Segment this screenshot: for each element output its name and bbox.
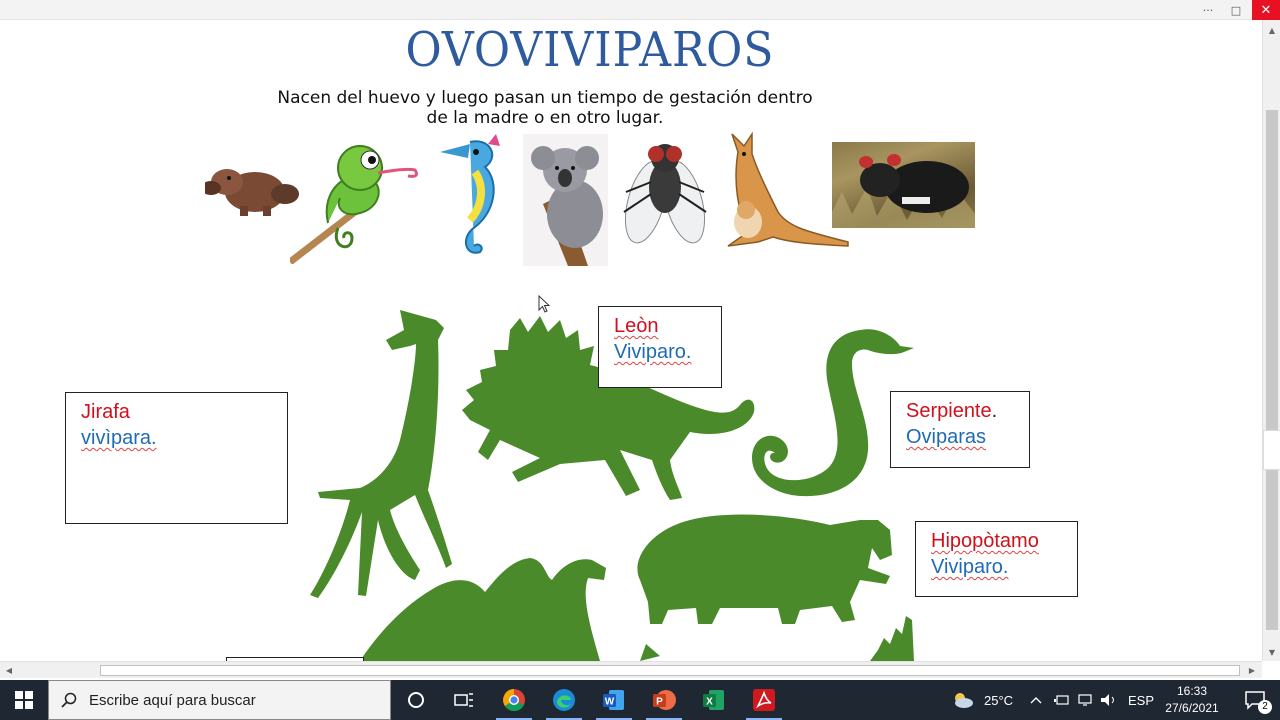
document-page: OVOVIVIPAROS Nacen del huevo y luego pas… bbox=[0, 20, 1262, 661]
more-options-button[interactable]: ··· bbox=[1196, 0, 1220, 20]
label-leon-name: Leòn bbox=[614, 315, 659, 337]
powerpoint-icon[interactable]: P bbox=[640, 680, 688, 720]
taskbar-clock[interactable]: 16:33 27/6/2021 bbox=[1160, 683, 1224, 717]
label-serpiente-kind: Oviparas bbox=[906, 426, 987, 448]
scroll-position-marker bbox=[1263, 430, 1280, 470]
label-jirafa-name: Jirafa bbox=[81, 401, 130, 423]
weather-cloud-icon bbox=[955, 693, 973, 708]
edge-icon[interactable] bbox=[540, 680, 588, 720]
vertical-scrollbar[interactable]: ▲ ▼ bbox=[1262, 20, 1280, 661]
notification-count-badge: 2 bbox=[1258, 700, 1272, 714]
label-leon-kind: Viviparo. bbox=[614, 341, 692, 363]
svg-text:P: P bbox=[656, 697, 663, 708]
window-titlebar: ··· □ ✕ bbox=[0, 0, 1280, 20]
label-box-hipopotamo[interactable]: Hipopòtamo Viviparo. bbox=[915, 521, 1078, 597]
search-icon bbox=[49, 692, 89, 708]
crocodile-silhouette bbox=[870, 616, 914, 661]
scroll-up-icon[interactable]: ▲ bbox=[1263, 22, 1280, 38]
scroll-down-icon[interactable]: ▼ bbox=[1263, 644, 1280, 660]
taskbar: Escribe aquí para buscar W P X 25°C ESP … bbox=[0, 680, 1280, 720]
camel-silhouette bbox=[360, 558, 606, 661]
label-serpiente-dot: . bbox=[991, 400, 998, 422]
volume-icon[interactable] bbox=[1100, 680, 1118, 720]
notification-center-button[interactable]: 2 bbox=[1230, 680, 1280, 720]
label-hipopotamo-kind: Viviparo. bbox=[931, 556, 1009, 578]
svg-text:X: X bbox=[706, 697, 713, 708]
weather-temperature: 25°C bbox=[984, 692, 1014, 708]
label-box-jirafa[interactable]: Jirafa vivìpara. bbox=[65, 392, 288, 524]
close-button[interactable]: ✕ bbox=[1252, 0, 1280, 20]
label-serpiente-name: Serpiente bbox=[906, 400, 992, 422]
language-indicator[interactable]: ESP bbox=[1128, 680, 1154, 720]
battery-icon[interactable] bbox=[1054, 680, 1070, 720]
restore-button[interactable]: □ bbox=[1224, 0, 1248, 20]
vertical-scroll-thumb[interactable] bbox=[1266, 110, 1278, 630]
task-view-icon[interactable] bbox=[440, 680, 488, 720]
tray-show-hidden-icon[interactable] bbox=[1030, 680, 1042, 720]
scroll-left-icon[interactable]: ◀ bbox=[1, 662, 17, 679]
giraffe-silhouette bbox=[310, 310, 452, 598]
label-box-serpiente[interactable]: Serpiente. Oviparas bbox=[890, 391, 1030, 468]
excel-icon[interactable]: X bbox=[690, 680, 738, 720]
horizontal-scrollbar[interactable]: ◀ ▶ bbox=[0, 661, 1262, 678]
taskbar-search-box[interactable]: Escribe aquí para buscar bbox=[48, 680, 391, 720]
screen: ··· □ ✕ OVOVIVIPAROS Nacen del huevo y l… bbox=[0, 0, 1280, 720]
windows-logo-icon bbox=[15, 691, 33, 709]
horizontal-scroll-thumb[interactable] bbox=[100, 665, 1240, 676]
acrobat-icon[interactable] bbox=[740, 680, 788, 720]
chrome-icon[interactable] bbox=[490, 680, 538, 720]
word-icon[interactable]: W bbox=[590, 680, 638, 720]
hippopotamus-silhouette bbox=[637, 514, 892, 624]
mouse-cursor-icon bbox=[538, 295, 551, 313]
cortana-icon[interactable] bbox=[392, 680, 440, 720]
clock-time: 16:33 bbox=[1176, 684, 1208, 698]
scroll-right-icon[interactable]: ▶ bbox=[1244, 662, 1260, 679]
weather-widget[interactable]: 25°C bbox=[952, 680, 1013, 720]
label-jirafa-kind: vivìpara. bbox=[81, 427, 157, 449]
label-box-leon[interactable]: Leòn Viviparo. bbox=[598, 306, 722, 388]
clock-date: 27/6/2021 bbox=[1165, 701, 1219, 715]
start-button[interactable] bbox=[0, 680, 48, 720]
network-icon[interactable] bbox=[1078, 680, 1094, 720]
label-hipopotamo-name: Hipopòtamo bbox=[931, 530, 1039, 552]
search-placeholder: Escribe aquí para buscar bbox=[89, 691, 256, 709]
svg-text:W: W bbox=[605, 697, 615, 708]
